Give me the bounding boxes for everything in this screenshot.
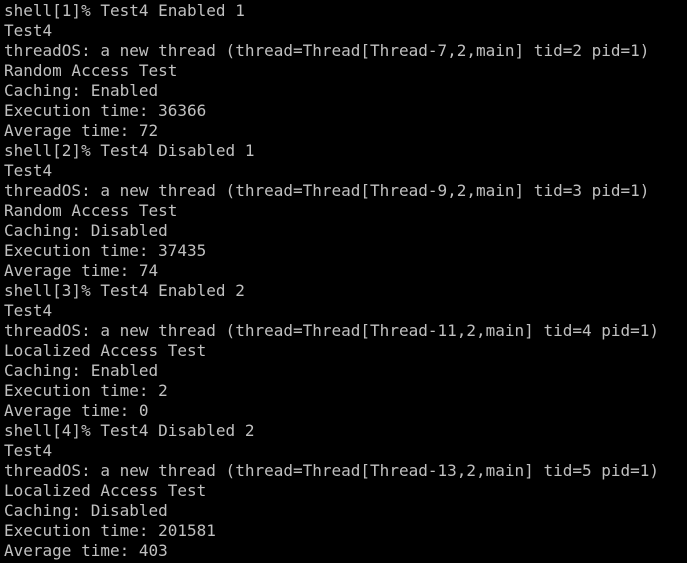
output-line: Average time: 74: [4, 261, 159, 280]
terminal-window[interactable]: shell[1]% Test4 Enabled 1 Test4 threadOS…: [0, 0, 687, 563]
output-line: threadOS: a new thread (thread=Thread[Th…: [4, 321, 660, 340]
output-line: Caching: Enabled: [4, 361, 159, 380]
output-line: Test4: [4, 21, 53, 40]
output-line: Test4: [4, 301, 53, 320]
output-line: Average time: 72: [4, 121, 159, 140]
output-line: threadOS: a new thread (thread=Thread[Th…: [4, 461, 660, 480]
output-line: Execution time: 201581: [4, 521, 216, 540]
command-line: shell[1]% Test4 Enabled 1: [4, 1, 245, 20]
output-line: Execution time: 2: [4, 381, 168, 400]
output-line: Localized Access Test: [4, 481, 207, 500]
output-line: Caching: Enabled: [4, 81, 159, 100]
output-line: Execution time: 36366: [4, 101, 207, 120]
output-line: Caching: Disabled: [4, 221, 168, 240]
output-line: Random Access Test: [4, 201, 178, 220]
command-line: shell[3]% Test4 Enabled 2: [4, 281, 245, 300]
output-line: Average time: 403: [4, 541, 168, 560]
output-line: Average time: 0: [4, 401, 149, 420]
output-line: Execution time: 37435: [4, 241, 207, 260]
command-line: shell[4]% Test4 Disabled 2: [4, 421, 255, 440]
output-line: Test4: [4, 441, 53, 460]
output-line: Caching: Disabled: [4, 501, 168, 520]
command-line: shell[2]% Test4 Disabled 1: [4, 141, 255, 160]
output-line: Random Access Test: [4, 61, 178, 80]
output-line: Localized Access Test: [4, 341, 207, 360]
output-line: threadOS: a new thread (thread=Thread[Th…: [4, 41, 650, 60]
output-line: threadOS: a new thread (thread=Thread[Th…: [4, 181, 650, 200]
output-line: Test4: [4, 161, 53, 180]
